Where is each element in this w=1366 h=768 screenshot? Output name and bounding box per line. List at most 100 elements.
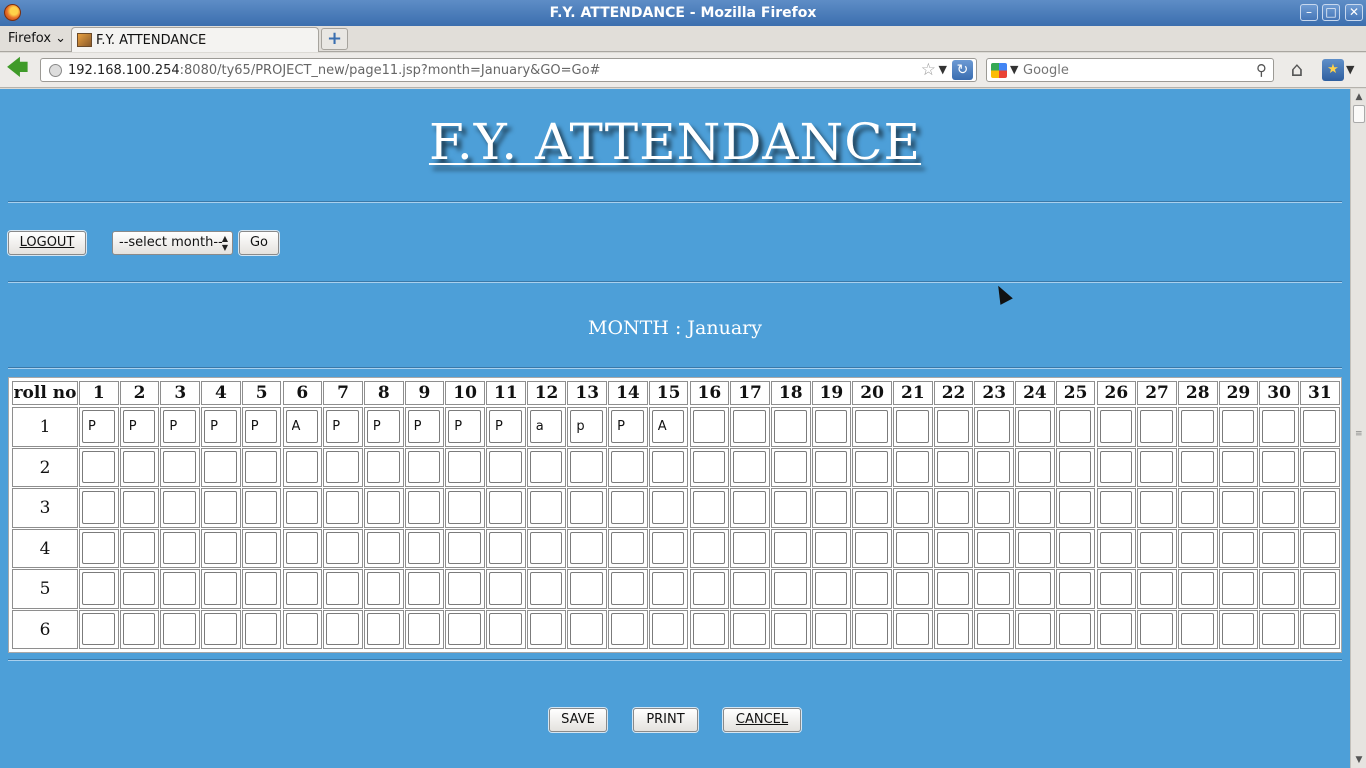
attendance-input[interactable]: [1221, 491, 1255, 524]
attendance-input[interactable]: [773, 491, 807, 524]
attendance-input[interactable]: [1099, 572, 1133, 605]
attendance-input[interactable]: [1058, 572, 1092, 605]
attendance-input[interactable]: [936, 572, 970, 605]
attendance-input[interactable]: [651, 410, 685, 443]
attendance-input[interactable]: [204, 450, 237, 483]
attendance-input[interactable]: [1018, 450, 1051, 483]
attendance-input[interactable]: [733, 410, 766, 443]
attendance-input[interactable]: [1140, 572, 1173, 605]
attendance-input[interactable]: [326, 491, 359, 524]
attendance-input[interactable]: [366, 450, 400, 483]
logout-button[interactable]: LOGOUT: [8, 231, 86, 255]
attendance-input[interactable]: [936, 410, 970, 443]
month-select[interactable]: --select month-- ▲ ▼: [112, 231, 233, 255]
attendance-input[interactable]: [163, 450, 197, 483]
bookmarks-icon[interactable]: ★: [1322, 59, 1344, 81]
attendance-input[interactable]: [936, 450, 970, 483]
attendance-input[interactable]: [1303, 572, 1336, 605]
attendance-input[interactable]: [896, 491, 929, 524]
attendance-input[interactable]: [570, 531, 604, 564]
attendance-input[interactable]: [1262, 612, 1295, 645]
attendance-input[interactable]: [1262, 450, 1295, 483]
attendance-input[interactable]: [1180, 612, 1214, 645]
attendance-input[interactable]: [122, 572, 156, 605]
attendance-input[interactable]: [814, 491, 848, 524]
attendance-input[interactable]: [977, 531, 1011, 564]
attendance-input[interactable]: [733, 450, 766, 483]
engine-dropdown-icon[interactable]: ▼: [1010, 63, 1018, 76]
attendance-input[interactable]: [1262, 491, 1295, 524]
attendance-input[interactable]: [936, 612, 970, 645]
attendance-input[interactable]: [366, 531, 400, 564]
close-icon[interactable]: ✕: [1345, 4, 1363, 21]
attendance-input[interactable]: [1058, 531, 1092, 564]
attendance-input[interactable]: [1262, 531, 1295, 564]
attendance-input[interactable]: [733, 572, 766, 605]
scroll-up-icon[interactable]: ▲: [1353, 91, 1365, 103]
attendance-input[interactable]: [1303, 612, 1336, 645]
attendance-input[interactable]: [896, 572, 929, 605]
attendance-input[interactable]: [448, 612, 481, 645]
scrollbar-thumb[interactable]: [1353, 105, 1365, 123]
attendance-input[interactable]: [407, 450, 441, 483]
attendance-input[interactable]: [326, 450, 359, 483]
attendance-input[interactable]: [529, 491, 563, 524]
attendance-input[interactable]: [529, 450, 563, 483]
attendance-input[interactable]: [773, 572, 807, 605]
attendance-input[interactable]: [977, 612, 1011, 645]
site-identity-icon[interactable]: [49, 64, 62, 77]
attendance-input[interactable]: [896, 450, 929, 483]
attendance-input[interactable]: [1018, 572, 1051, 605]
attendance-input[interactable]: [448, 531, 481, 564]
attendance-input[interactable]: [611, 612, 644, 645]
attendance-input[interactable]: [814, 572, 848, 605]
attendance-input[interactable]: [244, 450, 278, 483]
attendance-input[interactable]: [733, 531, 766, 564]
attendance-input[interactable]: [692, 531, 726, 564]
minimize-icon[interactable]: –: [1300, 4, 1318, 21]
reload-icon[interactable]: ↻: [952, 60, 973, 80]
attendance-input[interactable]: [611, 450, 644, 483]
firefox-menu-button[interactable]: Firefox ⌄: [8, 31, 66, 46]
attendance-input[interactable]: [1180, 410, 1214, 443]
attendance-input[interactable]: [285, 572, 319, 605]
attendance-input[interactable]: [1262, 572, 1295, 605]
attendance-input[interactable]: [1018, 410, 1051, 443]
attendance-input[interactable]: [285, 410, 319, 443]
attendance-input[interactable]: [773, 531, 807, 564]
attendance-input[interactable]: [1262, 410, 1295, 443]
attendance-input[interactable]: [814, 531, 848, 564]
attendance-input[interactable]: [651, 450, 685, 483]
attendance-input[interactable]: [1018, 491, 1051, 524]
attendance-input[interactable]: [773, 410, 807, 443]
attendance-input[interactable]: [651, 491, 685, 524]
attendance-input[interactable]: [489, 531, 522, 564]
attendance-input[interactable]: [1140, 531, 1173, 564]
url-bar[interactable]: 192.168.100.254:8080/ty65/PROJECT_new/pa…: [40, 58, 977, 82]
attendance-input[interactable]: [692, 572, 726, 605]
attendance-input[interactable]: [448, 450, 481, 483]
attendance-input[interactable]: [1058, 410, 1092, 443]
new-tab-plus-icon[interactable]: +: [321, 28, 348, 50]
attendance-input[interactable]: [489, 572, 522, 605]
attendance-input[interactable]: [896, 410, 929, 443]
attendance-input[interactable]: [122, 410, 156, 443]
attendance-input[interactable]: [122, 491, 156, 524]
attendance-input[interactable]: [773, 450, 807, 483]
attendance-input[interactable]: [82, 450, 115, 483]
attendance-input[interactable]: [814, 612, 848, 645]
attendance-input[interactable]: [692, 491, 726, 524]
vertical-scrollbar[interactable]: ▲ ≡ ▼: [1350, 89, 1366, 768]
attendance-input[interactable]: [204, 531, 237, 564]
attendance-input[interactable]: [1140, 410, 1173, 443]
attendance-input[interactable]: [244, 531, 278, 564]
bookmarks-dropdown-icon[interactable]: ▼: [1346, 63, 1354, 76]
attendance-input[interactable]: [570, 410, 604, 443]
attendance-input[interactable]: [977, 491, 1011, 524]
attendance-input[interactable]: [855, 531, 888, 564]
attendance-input[interactable]: [163, 572, 197, 605]
attendance-input[interactable]: [529, 612, 563, 645]
attendance-input[interactable]: [855, 572, 888, 605]
attendance-input[interactable]: [489, 491, 522, 524]
attendance-input[interactable]: [448, 491, 481, 524]
